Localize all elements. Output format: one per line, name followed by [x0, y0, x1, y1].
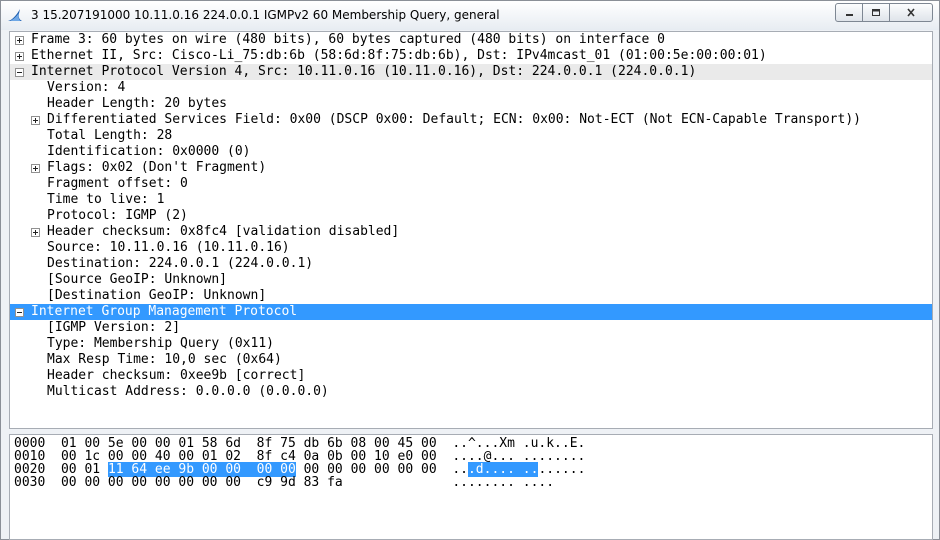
tree-row[interactable]: Protocol: IGMP (2)	[10, 208, 932, 224]
tree-row-label: Differentiated Services Field: 0x00 (DSC…	[47, 112, 861, 127]
tree-row[interactable]: Internet Protocol Version 4, Src: 10.11.…	[10, 64, 932, 80]
close-icon	[907, 8, 915, 17]
tree-row[interactable]: Internet Group Management Protocol	[10, 304, 932, 320]
title-bar[interactable]: 3 15.207191000 10.11.0.16 224.0.0.1 IGMP…	[1, 1, 939, 30]
tree-row[interactable]: Max Resp Time: 10,0 sec (0x64)	[10, 352, 932, 368]
minimize-button[interactable]	[835, 3, 863, 22]
hex-row[interactable]: 0030 00 00 00 00 00 00 00 00 c9 9d 83 fa…	[14, 476, 554, 489]
tree-row-label: Header checksum: 0x8fc4 [validation disa…	[47, 224, 400, 239]
packet-details-window: 3 15.207191000 10.11.0.16 224.0.0.1 IGMP…	[0, 0, 940, 540]
tree-row[interactable]: Source: 10.11.0.16 (10.11.0.16)	[10, 240, 932, 256]
tree-row-label: Max Resp Time: 10,0 sec (0x64)	[47, 352, 282, 367]
tree-row-label: Internet Protocol Version 4, Src: 10.11.…	[31, 64, 697, 79]
tree-row-label: Internet Group Management Protocol	[31, 304, 298, 319]
tree-row-label: Destination: 224.0.0.1 (224.0.0.1)	[47, 256, 314, 271]
close-button[interactable]	[889, 3, 933, 22]
expand-icon[interactable]	[31, 116, 40, 125]
tree-row-label: Header Length: 20 bytes	[47, 96, 228, 111]
tree-row[interactable]: [IGMP Version: 2]	[10, 320, 932, 336]
expand-icon[interactable]	[31, 228, 40, 237]
tree-row-label: Identification: 0x0000 (0)	[47, 144, 251, 159]
window-title: 3 15.207191000 10.11.0.16 224.0.0.1 IGMP…	[31, 8, 500, 22]
packet-bytes-pane[interactable]: 0000 01 00 5e 00 00 01 58 6d 8f 75 db 6b…	[9, 434, 933, 540]
tree-row-label: Time to live: 1	[47, 192, 165, 207]
tree-row-label: Flags: 0x02 (Don't Fragment)	[47, 160, 267, 175]
tree-row[interactable]: [Source GeoIP: Unknown]	[10, 272, 932, 288]
tree-row-label: [Destination GeoIP: Unknown]	[47, 288, 267, 303]
tree-row-label: Total Length: 28	[47, 128, 173, 143]
ascii-bytes[interactable]: ........ ....	[452, 475, 554, 490]
tree-row[interactable]: Type: Membership Query (0x11)	[10, 336, 932, 352]
tree-row-label: Fragment offset: 0	[47, 176, 188, 191]
minimize-icon	[845, 14, 853, 16]
expand-icon[interactable]	[15, 52, 24, 61]
hex-offset[interactable]: 0030	[14, 475, 45, 490]
window-controls	[835, 3, 933, 22]
tree-row-label: Version: 4	[47, 80, 126, 95]
tree-row[interactable]: Header checksum: 0xee9b [correct]	[10, 368, 932, 384]
wireshark-fin-icon	[8, 9, 22, 21]
tree-row-label: Frame 3: 60 bytes on wire (480 bits), 60…	[31, 32, 665, 47]
tree-row[interactable]: Version: 4	[10, 80, 932, 96]
expand-icon[interactable]	[15, 36, 24, 45]
tree-row[interactable]: Time to live: 1	[10, 192, 932, 208]
tree-row-label: Source: 10.11.0.16 (10.11.0.16)	[47, 240, 290, 255]
tree-row[interactable]: Frame 3: 60 bytes on wire (480 bits), 60…	[10, 32, 932, 48]
tree-row-label: Header checksum: 0xee9b [correct]	[47, 368, 306, 383]
tree-row-label: Protocol: IGMP (2)	[47, 208, 188, 223]
tree-row[interactable]: Multicast Address: 0.0.0.0 (0.0.0.0)	[10, 384, 932, 400]
tree-row-label: [Source GeoIP: Unknown]	[47, 272, 228, 287]
tree-row[interactable]: [Destination GeoIP: Unknown]	[10, 288, 932, 304]
tree-row[interactable]: Header checksum: 0x8fc4 [validation disa…	[10, 224, 932, 240]
tree-row[interactable]: Destination: 224.0.0.1 (224.0.0.1)	[10, 256, 932, 272]
tree-row-label: Type: Membership Query (0x11)	[47, 336, 274, 351]
tree-row[interactable]: Differentiated Services Field: 0x00 (DSC…	[10, 112, 932, 128]
collapse-icon[interactable]	[15, 308, 24, 317]
packet-details-tree[interactable]: Frame 3: 60 bytes on wire (480 bits), 60…	[9, 31, 933, 429]
maximize-icon	[872, 9, 880, 16]
expand-icon[interactable]	[31, 164, 40, 173]
tree-row[interactable]: Fragment offset: 0	[10, 176, 932, 192]
maximize-button[interactable]	[862, 3, 890, 22]
tree-row-label: Ethernet II, Src: Cisco-Li_75:db:6b (58:…	[31, 48, 767, 63]
tree-row-label: [IGMP Version: 2]	[47, 320, 181, 335]
tree-row[interactable]: Total Length: 28	[10, 128, 932, 144]
tree-row[interactable]: Identification: 0x0000 (0)	[10, 144, 932, 160]
collapse-icon[interactable]	[15, 68, 24, 77]
tree-row-label: Multicast Address: 0.0.0.0 (0.0.0.0)	[47, 384, 329, 399]
tree-row[interactable]: Header Length: 20 bytes	[10, 96, 932, 112]
hex-bytes[interactable]: 00 00 00 00 00 00 00 00 c9 9d 83 fa	[61, 475, 343, 490]
tree-row[interactable]: Ethernet II, Src: Cisco-Li_75:db:6b (58:…	[10, 48, 932, 64]
tree-row[interactable]: Flags: 0x02 (Don't Fragment)	[10, 160, 932, 176]
